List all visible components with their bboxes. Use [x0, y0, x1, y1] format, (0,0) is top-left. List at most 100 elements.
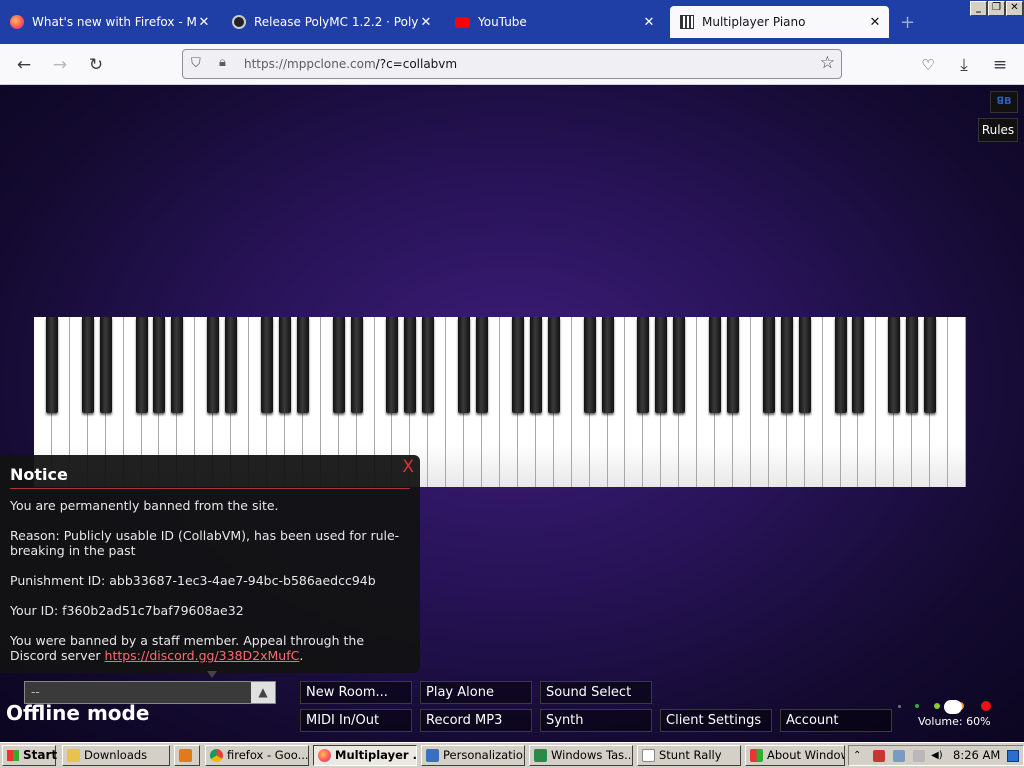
black-key[interactable] — [261, 317, 273, 413]
windows-flag-icon — [750, 749, 763, 762]
black-key[interactable] — [207, 317, 220, 413]
black-key[interactable] — [45, 317, 58, 413]
record-mp3-button[interactable]: Record MP3 — [420, 709, 532, 732]
volume-knob[interactable] — [944, 700, 962, 714]
taskbar-item-about-windows[interactable]: About Windows — [745, 745, 845, 766]
security-icon[interactable] — [873, 750, 885, 762]
black-key[interactable] — [99, 317, 112, 413]
show-hidden-icons-icon[interactable]: ⌃ — [853, 750, 865, 762]
play-alone-button[interactable]: Play Alone — [420, 681, 532, 704]
new-room-button[interactable]: New Room... — [300, 681, 412, 704]
sound-select-button[interactable]: Sound Select — [540, 681, 652, 704]
black-key[interactable] — [153, 317, 166, 413]
chat-expand-arrow-icon[interactable]: ▲ — [251, 682, 275, 703]
black-key[interactable] — [135, 317, 148, 413]
black-key[interactable] — [709, 317, 722, 413]
tab-whats-new[interactable]: What's new with Firefox - More pr ✕ — [0, 6, 218, 38]
status-dot — [981, 701, 991, 711]
black-key[interactable] — [834, 317, 847, 413]
shield-icon[interactable]: ⛉ — [191, 56, 201, 71]
black-key[interactable] — [529, 317, 542, 413]
black-key[interactable] — [422, 317, 435, 413]
taskbar-item-downloads[interactable]: Downloads — [62, 745, 170, 766]
synth-button[interactable]: Synth — [540, 709, 652, 732]
system-tray: ⌃ ◀) 8:26 AM — [848, 745, 1024, 766]
black-key[interactable] — [762, 317, 775, 413]
black-key[interactable] — [906, 317, 919, 413]
forward-arrow-icon[interactable]: → — [48, 54, 72, 76]
taskbar-item-chrome[interactable]: firefox - Goo... — [205, 745, 309, 766]
close-tab-icon[interactable]: ✕ — [196, 15, 212, 30]
reload-icon[interactable]: ↻ — [84, 54, 108, 76]
black-key[interactable] — [171, 317, 184, 413]
close-tab-icon[interactable]: ✕ — [641, 15, 657, 30]
black-key[interactable] — [852, 317, 865, 413]
black-key[interactable] — [511, 317, 524, 413]
show-desktop-icon[interactable] — [1007, 750, 1019, 762]
black-key[interactable] — [637, 317, 650, 413]
menu-hamburger-icon[interactable]: ≡ — [988, 54, 1012, 76]
taskbar-item-task-manager[interactable]: Windows Tas... — [529, 745, 633, 766]
appeal-suffix: . — [299, 648, 304, 663]
black-key[interactable] — [81, 317, 94, 413]
taskbar-item-stunt-rally[interactable]: Stunt Rally — [637, 745, 741, 766]
bookmark-star-icon[interactable]: ☆ — [820, 53, 835, 73]
black-key[interactable] — [386, 317, 399, 413]
lock-icon[interactable]: 🔒︎ — [219, 55, 226, 70]
discord-link[interactable]: https://discord.gg/338D2xMufC — [105, 648, 300, 663]
clock[interactable]: 8:26 AM — [953, 748, 1000, 762]
client-settings-button[interactable]: Client Settings — [660, 709, 772, 732]
black-key[interactable] — [225, 317, 238, 413]
restore-window-icon[interactable]: ❐ — [988, 1, 1005, 16]
black-key[interactable] — [332, 317, 345, 413]
tab-multiplayer-piano[interactable]: Multiplayer Piano ✕ — [670, 6, 889, 38]
windows-taskbar: Start Downloads firefox - Goo... Multipl… — [0, 742, 1024, 768]
close-window-icon[interactable]: ✕ — [1006, 1, 1023, 16]
rules-button[interactable]: Rules — [978, 118, 1018, 142]
back-arrow-icon[interactable]: ← — [12, 54, 36, 76]
black-key[interactable] — [458, 317, 471, 413]
account-button[interactable]: Account — [780, 709, 892, 732]
personalization-icon — [426, 749, 439, 762]
taskbar-item-media[interactable] — [174, 745, 200, 766]
black-key[interactable] — [798, 317, 811, 413]
black-key[interactable] — [296, 317, 309, 413]
black-key[interactable] — [727, 317, 739, 413]
taskbar-item-multiplayer-piano[interactable]: Multiplayer ... — [313, 745, 417, 766]
black-key[interactable] — [547, 317, 560, 413]
network-icon[interactable] — [893, 750, 905, 762]
mpp-logo-icon[interactable]: ꓭB — [990, 91, 1018, 113]
white-key[interactable] — [948, 317, 966, 487]
black-key[interactable] — [476, 317, 489, 413]
close-tab-icon[interactable]: ✕ — [418, 15, 434, 30]
black-key[interactable] — [350, 317, 363, 413]
black-key[interactable] — [278, 317, 291, 413]
black-key[interactable] — [888, 317, 901, 413]
black-key[interactable] — [601, 317, 614, 413]
black-key[interactable] — [673, 317, 686, 413]
ban-reason: Reason: Publicly usable ID (CollabVM), h… — [10, 528, 400, 558]
notice-close-button[interactable]: X — [402, 457, 414, 477]
new-tab-button[interactable]: + — [900, 12, 915, 33]
download-icon[interactable]: ⤓ — [952, 54, 976, 76]
start-button[interactable]: Start — [2, 745, 57, 766]
pocket-icon[interactable]: ♡ — [916, 54, 940, 76]
black-key[interactable] — [924, 317, 937, 413]
taskbar-item-personalization[interactable]: Personalization — [421, 745, 525, 766]
black-key[interactable] — [583, 317, 596, 413]
black-key[interactable] — [404, 317, 417, 413]
minimize-window-icon[interactable]: _ — [970, 1, 987, 16]
printer-icon[interactable] — [913, 750, 925, 762]
firefox-icon — [318, 749, 331, 762]
status-dot — [934, 703, 940, 709]
midi-in-out-button[interactable]: MIDI In/Out — [300, 709, 412, 732]
page-content: ꓭB Rules Notice X You are permanently ba… — [0, 85, 1024, 742]
black-key[interactable] — [655, 317, 668, 413]
black-key[interactable] — [780, 317, 793, 413]
tab-youtube[interactable]: YouTube ✕ — [445, 6, 663, 38]
volume-icon[interactable]: ◀) — [931, 750, 943, 762]
taskbar-item-label: About Windows — [767, 748, 844, 762]
tab-polymc-release[interactable]: Release PolyMC 1.2.2 · PolyMC/Po ✕ — [222, 6, 440, 38]
close-tab-icon[interactable]: ✕ — [867, 15, 883, 30]
address-bar[interactable]: ⛉ 🔒︎ https://mppclone.com/?c=collabvm ☆ — [182, 49, 842, 79]
